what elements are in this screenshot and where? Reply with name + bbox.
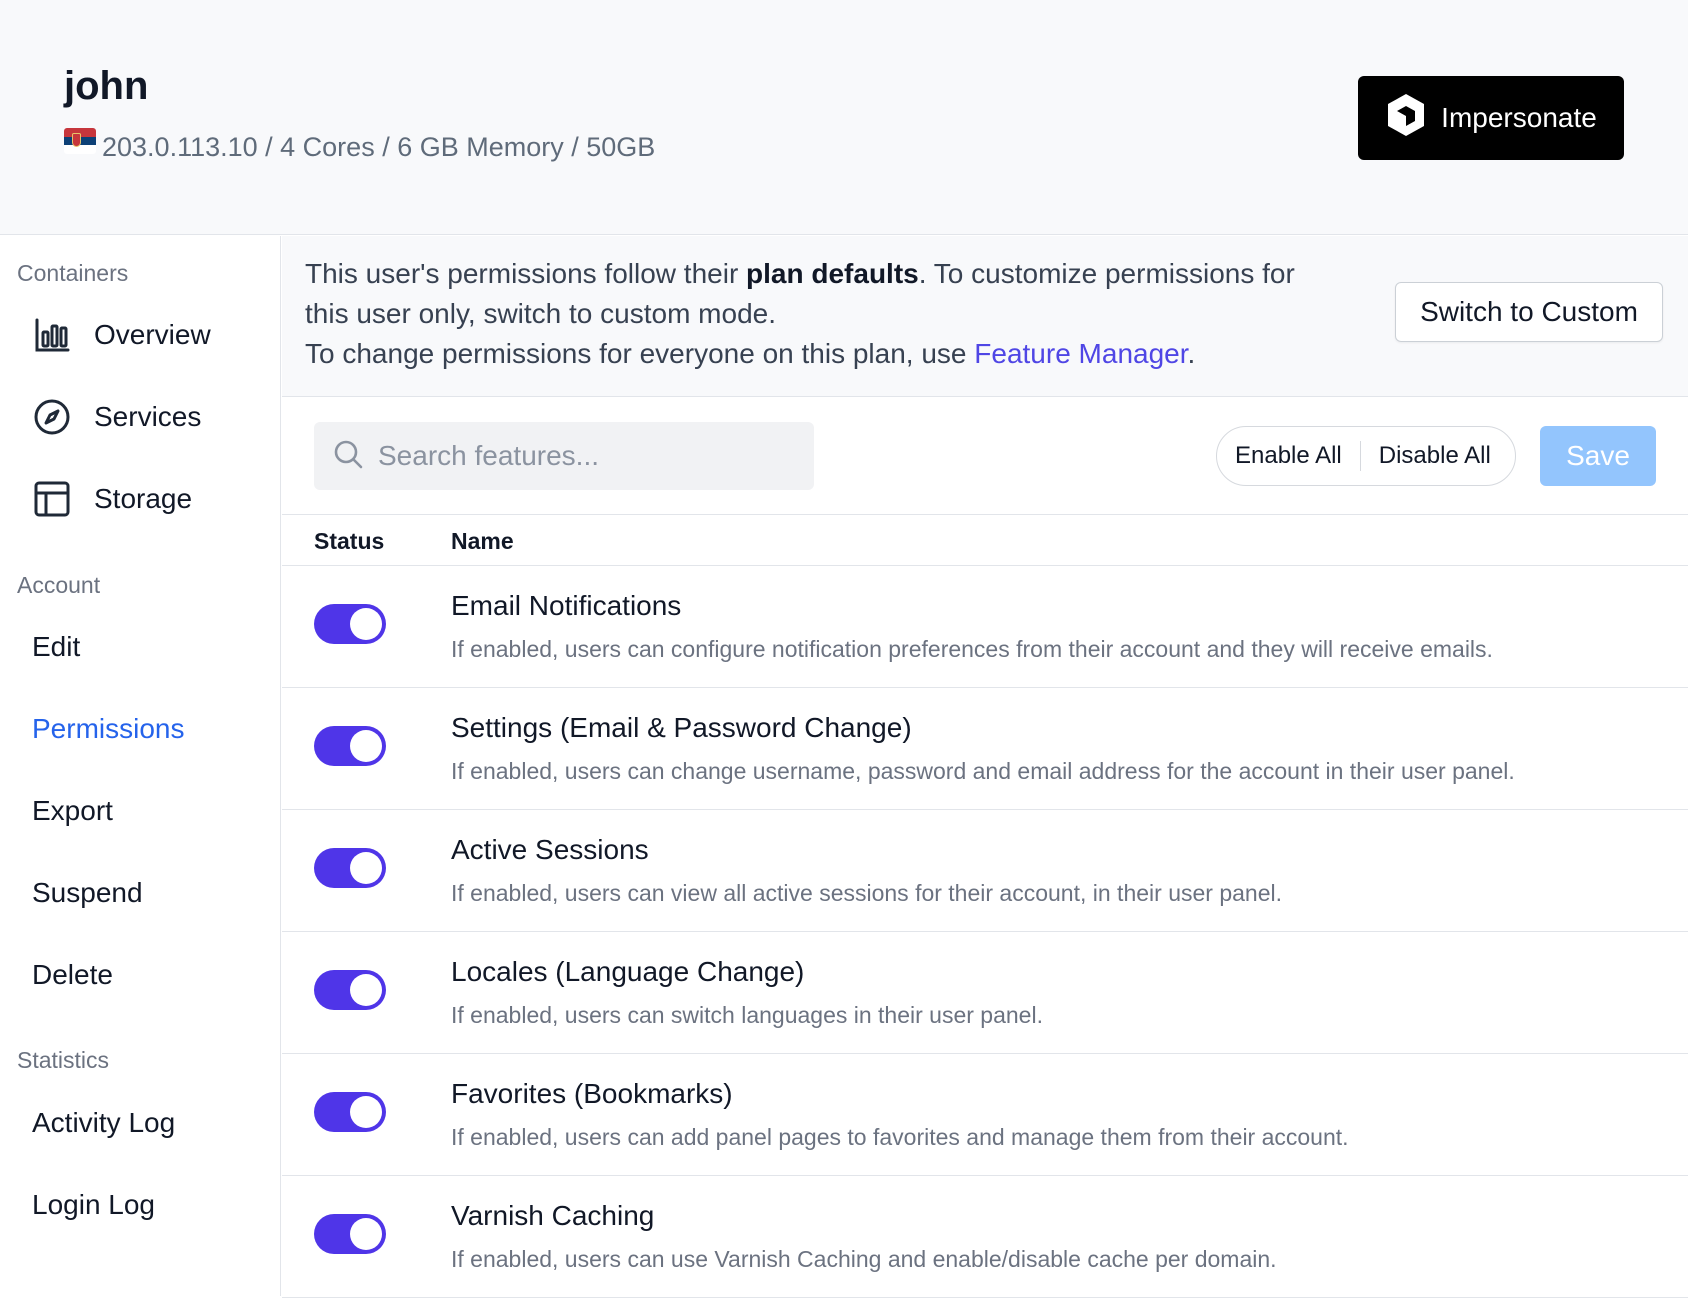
sidebar-section-account: Account bbox=[17, 572, 101, 598]
sidebar-item-permissions[interactable]: Permissions bbox=[32, 713, 184, 745]
sidebar-section-containers: Containers bbox=[17, 260, 129, 286]
feature-title: Favorites (Bookmarks) bbox=[451, 1078, 733, 1109]
feature-title: Email Notifications bbox=[451, 590, 682, 621]
sidebar-item-delete[interactable]: Delete bbox=[32, 959, 113, 991]
bulk-actions-group: Enable All Disable All bbox=[1216, 426, 1516, 486]
table-header: Status Name bbox=[282, 514, 1688, 566]
sidebar-item-label: Login Log bbox=[32, 1189, 156, 1220]
table-row: Favorites (Bookmarks) If enabled, users … bbox=[282, 1054, 1688, 1176]
sidebar-item-export[interactable]: Export bbox=[32, 795, 113, 827]
feature-toggle[interactable] bbox=[314, 726, 386, 766]
sidebar-item-label: Activity Log bbox=[32, 1107, 176, 1138]
feature-toggle[interactable] bbox=[314, 1092, 386, 1132]
toggle-knob bbox=[350, 1218, 382, 1250]
sidebar-item-services[interactable]: Services bbox=[32, 397, 201, 437]
sidebar-item-suspend[interactable]: Suspend bbox=[32, 877, 143, 909]
feature-description: If enabled, users can use Varnish Cachin… bbox=[451, 1246, 1277, 1272]
table-layout-icon bbox=[32, 479, 72, 519]
sidebar: Containers Overview Services Storage Acc… bbox=[0, 236, 281, 1296]
feature-toggle[interactable] bbox=[314, 848, 386, 888]
notice-text-prefix: This user's permissions follow their bbox=[305, 258, 747, 289]
feature-title: Active Sessions bbox=[451, 834, 649, 865]
column-header-status: Status bbox=[314, 528, 385, 554]
feature-description: If enabled, users can change username, p… bbox=[451, 758, 1515, 784]
search-box[interactable] bbox=[314, 422, 814, 490]
serbia-flag-icon bbox=[64, 128, 96, 154]
table-row: Email Notifications If enabled, users ca… bbox=[282, 566, 1688, 688]
sidebar-item-label: Permissions bbox=[32, 713, 185, 744]
table-row: Locales (Language Change) If enabled, us… bbox=[282, 932, 1688, 1054]
table-row: Active Sessions If enabled, users can vi… bbox=[282, 810, 1688, 932]
notice-line2-prefix: To change permissions for everyone on th… bbox=[305, 338, 975, 369]
feature-description: If enabled, users can add panel pages to… bbox=[451, 1124, 1349, 1150]
page-header: john 203.0.113.10 / 4 Cores / 6 GB Memor… bbox=[0, 0, 1688, 235]
impersonate-label: Impersonate bbox=[1441, 102, 1597, 133]
notice-text-bold: plan defaults bbox=[746, 258, 919, 289]
sidebar-item-label: Overview bbox=[94, 319, 211, 350]
sidebar-item-activity-log[interactable]: Activity Log bbox=[32, 1107, 175, 1139]
enable-all-button[interactable]: Enable All bbox=[1217, 427, 1360, 485]
notice-line2-suffix: . bbox=[1187, 338, 1196, 369]
sidebar-item-label: Edit bbox=[32, 631, 81, 662]
toggle-knob bbox=[350, 608, 382, 640]
sidebar-item-storage[interactable]: Storage bbox=[32, 479, 192, 519]
main-content: This user's permissions follow their pla… bbox=[282, 236, 1688, 1298]
feature-toggle[interactable] bbox=[314, 970, 386, 1010]
user-name: john bbox=[64, 64, 149, 108]
table-row: Varnish Caching If enabled, users can us… bbox=[282, 1176, 1688, 1298]
sidebar-item-label: Suspend bbox=[32, 877, 143, 908]
feature-toggle[interactable] bbox=[314, 1214, 386, 1254]
feature-description: If enabled, users can view all active se… bbox=[451, 880, 1282, 906]
impersonate-button[interactable]: Impersonate bbox=[1358, 76, 1624, 160]
bar-chart-icon bbox=[32, 315, 72, 355]
notice-text: This user's permissions follow their pla… bbox=[305, 254, 1315, 374]
sidebar-item-overview[interactable]: Overview bbox=[32, 315, 211, 355]
feature-description: If enabled, users can switch languages i… bbox=[451, 1002, 1043, 1028]
toggle-knob bbox=[350, 730, 382, 762]
sidebar-section-statistics: Statistics bbox=[17, 1047, 110, 1073]
toggle-knob bbox=[350, 1096, 382, 1128]
permissions-notice: This user's permissions follow their pla… bbox=[282, 236, 1688, 397]
save-button[interactable]: Save bbox=[1540, 426, 1656, 486]
feature-description: If enabled, users can configure notifica… bbox=[451, 636, 1493, 662]
feature-title: Settings (Email & Password Change) bbox=[451, 712, 912, 743]
column-header-name: Name bbox=[451, 528, 514, 554]
server-info-text: 203.0.113.10 / 4 Cores / 6 GB Memory / 5… bbox=[102, 132, 656, 162]
impersonate-icon bbox=[1385, 92, 1427, 145]
search-input[interactable] bbox=[378, 440, 778, 472]
feature-list: Email Notifications If enabled, users ca… bbox=[282, 566, 1688, 1298]
disable-all-button[interactable]: Disable All bbox=[1361, 427, 1509, 485]
sidebar-item-label: Delete bbox=[32, 959, 113, 990]
toggle-knob bbox=[350, 974, 382, 1006]
sidebar-item-label: Storage bbox=[94, 483, 193, 514]
feature-manager-link[interactable]: Feature Manager bbox=[974, 338, 1187, 369]
feature-title: Locales (Language Change) bbox=[451, 956, 805, 987]
table-row: Settings (Email & Password Change) If en… bbox=[282, 688, 1688, 810]
server-info: 203.0.113.10 / 4 Cores / 6 GB Memory / 5… bbox=[64, 128, 656, 163]
sidebar-item-edit[interactable]: Edit bbox=[32, 631, 80, 663]
feature-toggle[interactable] bbox=[314, 604, 386, 644]
search-icon bbox=[332, 438, 364, 475]
compass-icon bbox=[32, 397, 72, 437]
switch-to-custom-button[interactable]: Switch to Custom bbox=[1395, 282, 1663, 342]
sidebar-item-login-log[interactable]: Login Log bbox=[32, 1189, 155, 1221]
feature-title: Varnish Caching bbox=[451, 1200, 655, 1231]
sidebar-item-label: Services bbox=[94, 401, 202, 432]
toggle-knob bbox=[350, 852, 382, 884]
sidebar-item-label: Export bbox=[32, 795, 113, 826]
